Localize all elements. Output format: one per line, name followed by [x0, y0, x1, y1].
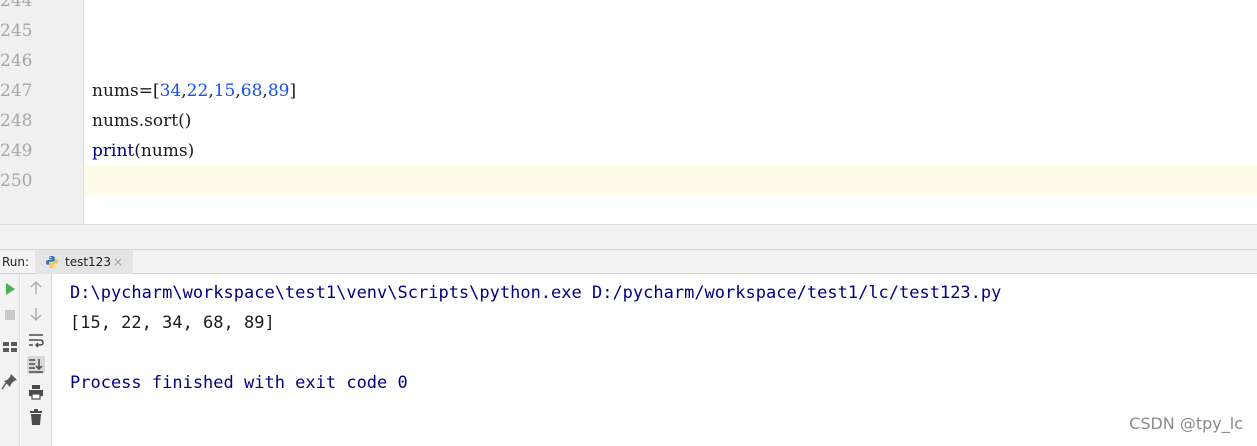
code-text[interactable]: print(nums) — [92, 136, 194, 166]
console-command-line: D:\pycharm\workspace\test1\venv\Scripts\… — [70, 283, 1002, 303]
code-line: 250 — [0, 166, 84, 196]
line-number: 244 — [0, 0, 33, 11]
code-line[interactable]: 249 print(nums) — [0, 136, 1257, 166]
python-icon — [46, 256, 58, 268]
number-literal: 15 — [213, 81, 236, 101]
down-arrow-icon[interactable] — [27, 305, 45, 323]
run-tab-test123[interactable]: test123 × — [35, 250, 133, 274]
up-arrow-icon[interactable] — [27, 279, 45, 297]
code-line[interactable]: 248 nums.sort() — [0, 106, 1257, 136]
watermark: CSDN @tpy_lc — [1129, 414, 1243, 433]
console-exit-line: Process finished with exit code 0 — [70, 373, 408, 393]
code-line[interactable]: 247 nums=[34,22,15,68,89] — [0, 76, 1257, 106]
trash-icon[interactable] — [27, 408, 45, 426]
number-literal: 89 — [267, 81, 290, 101]
line-number: 246 — [0, 51, 33, 71]
scroll-to-end-icon[interactable] — [27, 356, 45, 374]
print-icon[interactable] — [27, 383, 45, 401]
line-number: 250 — [0, 171, 33, 191]
code-line[interactable]: 245 — [0, 16, 1257, 46]
run-tab-bar: Run: test123 × — [0, 249, 1257, 274]
line-number: 249 — [0, 141, 33, 161]
panel-divider[interactable] — [0, 224, 1257, 249]
line-number: 245 — [0, 21, 33, 41]
console-output[interactable]: D:\pycharm\workspace\test1\venv\Scripts\… — [70, 278, 1250, 398]
line-number: 248 — [0, 111, 33, 131]
console-output-line: [15, 22, 34, 68, 89] — [70, 313, 275, 333]
code-token: ] — [289, 81, 297, 101]
code-text[interactable]: nums.sort() — [92, 106, 191, 136]
code-token: (nums) — [134, 141, 195, 161]
run-toolbar-primary — [0, 274, 20, 446]
code-token: nums=[ — [92, 81, 160, 101]
close-icon[interactable]: × — [113, 250, 123, 274]
run-panel: D:\pycharm\workspace\test1\venv\Scripts\… — [0, 274, 1257, 446]
code-editor[interactable]: 244 245 246 247 nums=[34,22,15,68,89] 24… — [0, 0, 1257, 224]
soft-wrap-icon[interactable] — [27, 331, 45, 349]
code-text[interactable]: nums=[34,22,15,68,89] — [92, 76, 296, 106]
number-literal: 22 — [186, 81, 209, 101]
run-toolbar-secondary — [21, 274, 52, 446]
current-line-highlight[interactable] — [84, 166, 1257, 196]
number-literal: 68 — [240, 81, 263, 101]
number-literal: 34 — [159, 81, 182, 101]
run-tab-label: test123 — [65, 255, 111, 269]
run-label: Run: — [2, 255, 30, 269]
code-line[interactable]: 244 — [0, 0, 1257, 16]
line-number: 247 — [0, 81, 33, 101]
builtin-keyword: print — [92, 141, 135, 161]
rerun-icon[interactable] — [1, 280, 19, 298]
stop-icon[interactable] — [1, 306, 19, 324]
code-line[interactable]: 246 — [0, 46, 1257, 76]
pin-icon[interactable] — [1, 372, 19, 390]
layout-icon[interactable] — [1, 338, 19, 356]
